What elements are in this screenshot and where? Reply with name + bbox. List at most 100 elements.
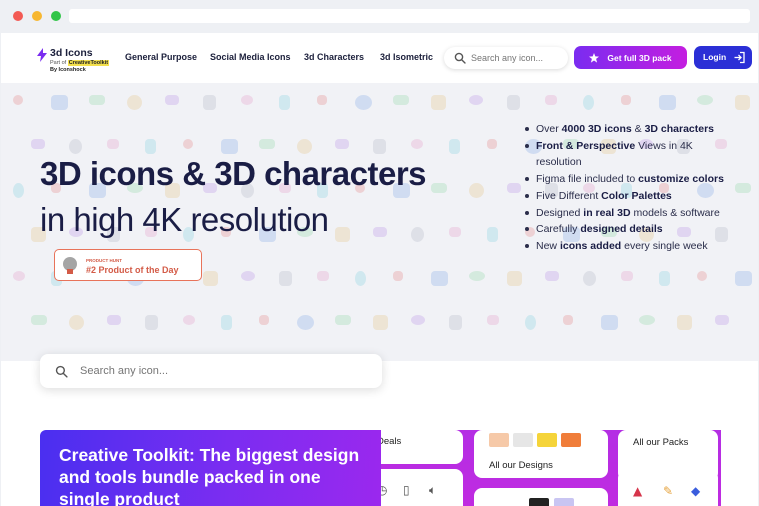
decorative-3d-icon — [51, 95, 68, 110]
decorative-3d-icon — [297, 315, 314, 330]
decorative-3d-icon — [279, 95, 290, 110]
decorative-3d-icon — [165, 95, 179, 105]
banner-heading: Creative Toolkit: The biggest design and… — [59, 445, 360, 506]
feature-item: Front & Perspective Views in 4K resoluti… — [524, 138, 734, 171]
decorative-3d-icon — [411, 227, 424, 242]
decorative-3d-icon — [183, 315, 195, 325]
decorative-3d-icon — [203, 271, 218, 286]
robot-3d-icon: ◆ — [691, 484, 701, 498]
logo-part-of: Part of CreativeToolkit — [50, 60, 110, 66]
header-search[interactable] — [444, 47, 568, 69]
decorative-3d-icon — [715, 315, 729, 325]
feature-item: New icons added every single week — [524, 238, 734, 255]
decorative-3d-icon — [107, 139, 119, 149]
decorative-3d-icon — [449, 139, 460, 154]
design-thumbnail — [561, 433, 581, 447]
decorative-3d-icon — [69, 139, 82, 154]
window-minimize-button[interactable] — [32, 11, 42, 21]
decorative-3d-icon — [621, 271, 633, 281]
decorative-3d-icon — [697, 271, 707, 281]
nav-3d-isometric[interactable]: 3d Isometric — [380, 52, 433, 62]
all-designs-label: All our Designs — [489, 460, 553, 471]
star-icon — [589, 52, 600, 63]
decorative-3d-icon — [545, 271, 559, 281]
decorative-3d-icon — [241, 271, 255, 281]
decorative-3d-icon — [431, 95, 446, 110]
header-search-input[interactable] — [471, 50, 563, 66]
login-button[interactable]: Login — [694, 46, 752, 69]
nav-general-purpose[interactable]: General Purpose — [125, 52, 197, 62]
bell-3d-icon: ▲ — [633, 484, 643, 498]
bolt-icon — [37, 48, 47, 62]
design-thumbnail — [554, 498, 574, 506]
all-designs-tile[interactable]: All our Designs — [474, 430, 608, 478]
speaker-icon: 🔈︎ — [429, 483, 437, 497]
nav-social-media-icons[interactable]: Social Media Icons — [210, 52, 291, 62]
address-bar[interactable] — [69, 9, 750, 23]
decorative-3d-icon — [639, 315, 655, 325]
feature-item: Over 4000 3D icons & 3D characters — [524, 121, 734, 138]
decorative-3d-icon — [545, 95, 557, 105]
tools-tile[interactable]: ◷ ▯ 🔈︎ — [381, 469, 463, 506]
hero-title-line-1: 3D icons & 3D characters — [40, 155, 427, 192]
decorative-3d-icon — [13, 271, 25, 281]
decorative-3d-icon — [145, 315, 158, 330]
decorative-3d-icon — [297, 139, 312, 154]
decorative-3d-icon — [127, 95, 142, 110]
browser-chrome — [0, 0, 759, 33]
decorative-3d-icon — [317, 271, 329, 281]
logo-by: By Iconshock — [50, 67, 86, 73]
login-arrow-icon — [734, 51, 745, 64]
decorative-3d-icon — [677, 315, 692, 330]
more-designs-tile[interactable] — [474, 488, 608, 506]
creative-toolkit-link[interactable]: CreativeToolkit — [67, 60, 110, 66]
decorative-3d-icon — [469, 183, 484, 198]
get-full-3d-pack-button[interactable]: Get full 3D pack — [574, 46, 687, 69]
decorative-3d-icon — [411, 139, 423, 149]
decorative-3d-icon — [13, 95, 23, 105]
deals-tile[interactable]: Deals — [381, 430, 463, 464]
main-search-input[interactable] — [80, 363, 370, 379]
decorative-3d-icon — [203, 95, 216, 110]
decorative-3d-icon — [259, 139, 275, 149]
decorative-3d-icon — [69, 315, 84, 330]
decorative-3d-icon — [431, 183, 447, 193]
decorative-3d-icon — [411, 315, 425, 325]
decorative-3d-icon — [107, 315, 121, 325]
decorative-3d-icon — [621, 95, 631, 105]
creative-toolkit-banner[interactable]: Creative Toolkit: The biggest design and… — [40, 430, 382, 506]
decorative-3d-icon — [507, 271, 522, 286]
main-search[interactable] — [40, 354, 382, 388]
decorative-3d-icon — [507, 95, 520, 110]
feature-item: Five Different Color Palettes — [524, 188, 734, 205]
search-icon — [454, 52, 466, 64]
decorative-3d-icon — [355, 95, 372, 110]
decorative-3d-icon — [31, 139, 45, 149]
decorative-3d-icon — [507, 183, 521, 193]
deals-label: Deals — [381, 436, 402, 447]
site-header: 3d Icons Part of CreativeToolkit By Icon… — [1, 33, 758, 83]
nav-3d-characters[interactable]: 3d Characters — [304, 52, 364, 62]
design-thumbnail — [513, 433, 533, 447]
design-thumbnail — [529, 498, 549, 506]
all-packs-label: All our Packs — [633, 437, 689, 448]
product-hunt-badge[interactable]: PRODUCT HUNT #2 Product of the Day — [54, 249, 202, 281]
feature-item: Carefully designed details — [524, 221, 734, 238]
product-hunt-label: PRODUCT HUNT — [86, 258, 122, 263]
decorative-3d-icon — [601, 315, 618, 330]
product-of-the-day-label: #2 Product of the Day — [86, 265, 179, 275]
window-maximize-button[interactable] — [51, 11, 61, 21]
decorative-3d-icon — [735, 95, 750, 110]
decorative-3d-icon — [431, 271, 448, 286]
decorative-3d-icon — [735, 271, 752, 286]
decorative-3d-icon — [659, 271, 670, 286]
decorative-3d-icon — [317, 95, 327, 105]
decorative-3d-icon — [449, 315, 462, 330]
window-close-button[interactable] — [13, 11, 23, 21]
decorative-3d-icon — [393, 271, 403, 281]
packs-preview-tile[interactable]: ▲ ✎ ◆ — [618, 470, 718, 506]
decorative-3d-icon — [469, 271, 485, 281]
decorative-3d-icon — [335, 315, 351, 325]
tablet-icon: ▯ — [403, 483, 410, 497]
medal-icon — [63, 257, 77, 274]
